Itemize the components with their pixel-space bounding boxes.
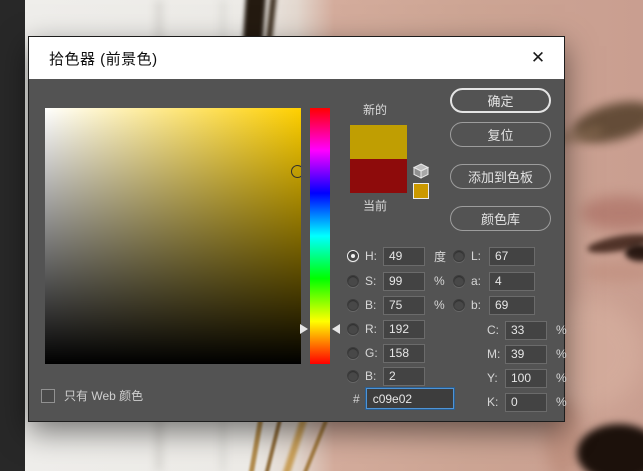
k-field-row: K: % bbox=[487, 392, 567, 412]
rgb-b-input[interactable] bbox=[383, 366, 425, 386]
y-input[interactable] bbox=[505, 368, 547, 388]
add-to-swatches-button[interactable]: 添加到色板 bbox=[450, 164, 551, 189]
s-radio[interactable] bbox=[347, 275, 359, 287]
lab-b-input[interactable] bbox=[489, 295, 535, 315]
rgb-b-radio[interactable] bbox=[347, 370, 359, 382]
y-field-row: Y: % bbox=[487, 368, 567, 388]
saturation-brightness-field[interactable] bbox=[45, 108, 301, 364]
b-input[interactable] bbox=[383, 295, 425, 315]
m-unit: % bbox=[556, 347, 567, 361]
h-label: H: bbox=[365, 249, 377, 263]
lab-b-radio[interactable] bbox=[453, 299, 465, 311]
h-unit: 度 bbox=[434, 249, 447, 264]
l-label: L: bbox=[471, 249, 482, 263]
app-left-panel bbox=[0, 0, 25, 471]
c-input[interactable] bbox=[505, 320, 547, 340]
y-unit: % bbox=[556, 371, 567, 385]
color-libraries-button[interactable]: 颜色库 bbox=[450, 206, 551, 231]
r-radio[interactable] bbox=[347, 323, 359, 335]
s-unit: % bbox=[434, 274, 445, 288]
g-input[interactable] bbox=[383, 343, 425, 363]
s-input[interactable] bbox=[383, 271, 425, 291]
hue-slider[interactable] bbox=[310, 108, 330, 364]
eye-corner bbox=[625, 244, 643, 262]
c-label: C: bbox=[487, 323, 499, 337]
current-color-label: 当前 bbox=[363, 199, 388, 213]
dialog-title: 拾色器 (前景色) bbox=[49, 50, 158, 68]
k-input[interactable] bbox=[505, 392, 547, 412]
c-field-row: C: % bbox=[487, 320, 567, 340]
h-input[interactable] bbox=[383, 246, 425, 266]
m-field-row: M: % bbox=[487, 344, 567, 364]
rgb-b-field-row: B: bbox=[347, 366, 425, 386]
s-label: S: bbox=[365, 274, 377, 288]
hair-strand bbox=[246, 414, 265, 471]
dialog-titlebar[interactable]: 拾色器 (前景色) ✕ bbox=[29, 37, 564, 79]
l-input[interactable] bbox=[489, 246, 535, 266]
b-unit: % bbox=[434, 298, 445, 312]
web-safe-color-swatch[interactable] bbox=[413, 183, 429, 199]
y-label: Y: bbox=[487, 371, 498, 385]
hair-strand bbox=[301, 419, 329, 471]
b-radio[interactable] bbox=[347, 299, 359, 311]
g-radio[interactable] bbox=[347, 347, 359, 359]
m-label: M: bbox=[487, 347, 501, 361]
s-field-row: S: % bbox=[347, 271, 445, 291]
h-field-row: H: 度 bbox=[347, 246, 446, 266]
r-input[interactable] bbox=[383, 319, 425, 339]
new-color-label: 新的 bbox=[363, 103, 388, 117]
reset-button[interactable]: 复位 bbox=[450, 122, 551, 147]
current-color-swatch[interactable] bbox=[350, 159, 407, 193]
l-radio[interactable] bbox=[453, 250, 465, 262]
a-input[interactable] bbox=[489, 271, 535, 291]
a-label: a: bbox=[471, 274, 482, 288]
lab-b-field-row: b: bbox=[453, 295, 535, 315]
nostril bbox=[577, 424, 643, 471]
r-label: R: bbox=[365, 322, 377, 336]
k-unit: % bbox=[556, 395, 567, 409]
hex-label: # bbox=[353, 391, 360, 406]
close-icon[interactable]: ✕ bbox=[526, 46, 550, 70]
g-field-row: G: bbox=[347, 343, 425, 363]
hue-arrow-left-icon[interactable] bbox=[300, 324, 308, 334]
k-label: K: bbox=[487, 395, 499, 409]
r-field-row: R: bbox=[347, 319, 425, 339]
hex-input[interactable] bbox=[365, 388, 454, 409]
ok-button[interactable]: 确定 bbox=[450, 88, 551, 113]
m-input[interactable] bbox=[505, 344, 547, 364]
rgb-b-label: B: bbox=[365, 369, 377, 383]
hex-field-row: # bbox=[353, 388, 454, 409]
only-web-colors-row: 只有 Web 颜色 bbox=[41, 387, 143, 404]
screen: 拾色器 (前景色) ✕ 新的 当前 确定 复位 添加到色板 颜色库 H: 49 … bbox=[0, 0, 643, 471]
under-eye-shadow bbox=[585, 262, 643, 282]
color-field-marker[interactable] bbox=[291, 165, 301, 178]
eyelid bbox=[581, 196, 643, 230]
h-radio[interactable] bbox=[347, 250, 359, 262]
only-web-colors-checkbox[interactable] bbox=[41, 388, 55, 403]
c-unit: % bbox=[556, 323, 567, 337]
hue-arrow-right-icon[interactable] bbox=[332, 324, 340, 334]
a-radio[interactable] bbox=[453, 275, 465, 287]
l-field-row: L: bbox=[453, 246, 535, 266]
new-color-swatch bbox=[350, 125, 407, 159]
a-field-row: a: bbox=[453, 271, 535, 291]
b-field-row: B: % bbox=[347, 295, 445, 315]
b-label: B: bbox=[365, 298, 377, 312]
g-label: G: bbox=[365, 346, 378, 360]
only-web-colors-label: 只有 Web 颜色 bbox=[64, 389, 144, 403]
lab-b-label: b: bbox=[471, 298, 482, 312]
web-safe-warning-cube-icon[interactable] bbox=[412, 162, 430, 180]
color-picker-dialog: 拾色器 (前景色) ✕ 新的 当前 确定 复位 添加到色板 颜色库 H: 49 … bbox=[28, 36, 567, 422]
